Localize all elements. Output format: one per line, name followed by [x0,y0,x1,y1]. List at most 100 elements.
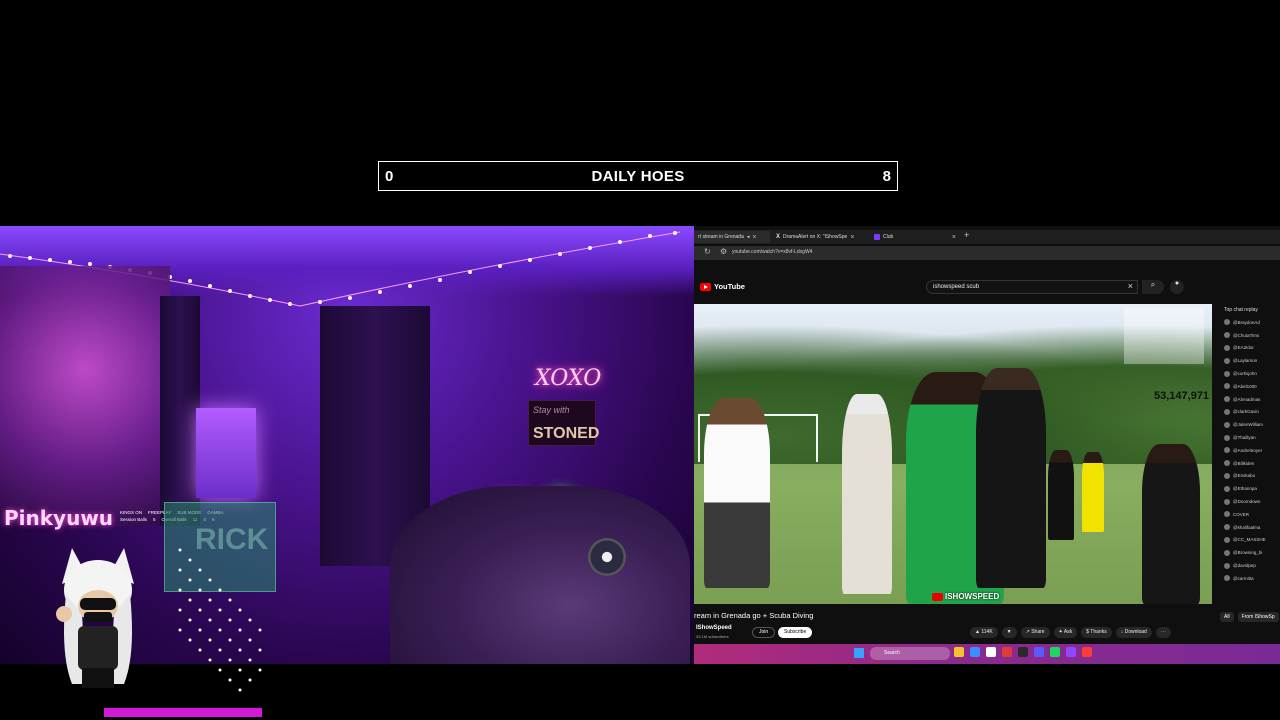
folder-icon[interactable] [954,647,964,657]
stats-cell: 5 [153,517,156,522]
tab-label: rt stream in Grenada [698,234,744,240]
avatar [1224,408,1230,415]
download-button[interactable]: ↓ Download [1115,627,1152,638]
chat-username[interactable]: @JalenWilliam [1233,422,1263,427]
chat-username[interactable]: COVER [1233,512,1249,517]
chat-username[interactable]: @curtisjohn [1233,371,1257,376]
chat-username[interactable]: @Billkiden [1233,461,1254,466]
search-value: ishowspeed scub [933,284,980,290]
score-left: 0 [385,168,394,185]
chat-username[interactable]: @Abel1000 [1233,384,1257,389]
avatar [1224,524,1230,531]
more-button[interactable]: ⋯ [1155,627,1171,638]
doorway-light [196,408,256,498]
tab-dramaalert[interactable]: X DramaAlert on X: "IShowSpe × [772,231,868,243]
chat-tab-all[interactable]: All [1220,612,1234,622]
chat-username[interactable]: @Thaillyan [1233,435,1256,440]
chat-tab-from[interactable]: From IShowSp [1237,612,1279,622]
chat-username[interactable]: @Andreitroyer [1233,448,1262,453]
wall-mural [0,266,170,526]
windows-start-icon[interactable] [854,648,864,658]
chat-username[interactable]: @CC_MASSHE [1233,537,1266,542]
chat-username[interactable]: @ChutaTims [1233,333,1259,338]
channel-name[interactable]: IShowSpeed [696,625,732,631]
chat-header[interactable]: Top chat replay [1220,304,1280,316]
avatar [1224,498,1230,505]
store-icon[interactable] [970,647,980,657]
avatar [1224,562,1230,569]
twitch-icon[interactable] [1066,647,1076,657]
goalkeeper [1142,444,1200,604]
chat-username[interactable]: @Ethannpa [1233,486,1257,491]
chat-username[interactable]: @EA2Idor [1233,345,1254,350]
close-icon[interactable]: × [752,234,756,241]
chat-username[interactable]: @clarkGavin [1233,409,1259,414]
headset-icon [588,538,626,576]
dot-pattern [178,548,262,692]
avatar [1224,434,1230,441]
ask-button[interactable]: ✦ Ask [1053,627,1078,638]
new-tab-icon[interactable]: + [964,230,969,240]
tab-club[interactable]: Club × [870,231,960,243]
chat-username[interactable]: @carmitta [1233,576,1254,581]
search-button[interactable]: ⌕ [1142,280,1164,294]
address-bar[interactable]: ↻ ⚙ youtube.com/watch?v=x8vf-LdxgW4 [694,246,1280,260]
join-button[interactable]: Join [752,627,776,638]
chat-username[interactable]: @Doomdown [1233,499,1260,504]
view-count: 53,147,971 [1154,390,1210,402]
clear-icon[interactable]: × [1128,281,1133,291]
stream-chat-overlay [1124,308,1204,364]
chrome-icon[interactable] [1002,647,1012,657]
chat-username[interactable]: @davidpep [1233,563,1256,568]
x-logo-icon: X [776,234,781,240]
spotify-icon[interactable] [1050,647,1060,657]
youtube-play-icon [700,282,711,291]
chat-username[interactable]: @Laylamon [1233,358,1257,363]
chat-username[interactable]: @Ahmadmas [1233,397,1260,402]
twitch-icon [874,234,880,240]
chat-message: @carmitta [1220,572,1280,585]
taskbar-search[interactable]: Search [870,647,950,660]
stoned-sign-big: STONED [533,425,600,442]
score-right: 8 [882,168,891,185]
score-overlay: 0 DAILY HOES 8 [378,161,898,191]
chat-username[interactable]: @BraydonAd [1233,320,1260,325]
avatar [1224,332,1230,339]
thanks-button[interactable]: $ Thanks [1081,627,1112,638]
reload-icon[interactable]: ↻ [704,247,711,256]
like-count: 114K [981,629,993,635]
tab-stream[interactable]: rt stream in Grenada ◂ × [694,231,770,243]
avatar [1224,549,1230,556]
chat-message: @Browning_bi [1220,546,1280,559]
discord-icon[interactable] [1034,647,1044,657]
close-icon[interactable]: × [952,234,956,241]
chat-username[interactable]: @Browning_bi [1233,550,1262,555]
avatar [1224,447,1230,454]
close-icon[interactable]: × [850,234,854,241]
chat-username[interactable]: @Enskabo [1233,473,1255,478]
subscriber-count: 33.1M subscribers [696,634,729,639]
avatar [1224,344,1230,351]
avatar [1224,370,1230,377]
site-info-icon[interactable]: ⚙ [720,247,727,256]
avatar [1224,357,1230,364]
thanks-label: Thanks [1090,629,1107,635]
chat-username[interactable]: @khalifaalma [1233,525,1260,530]
youtube-logo[interactable]: YouTube [700,282,745,291]
tab-label: Club [883,234,894,240]
share-button[interactable]: ↗ Share [1020,627,1050,638]
obs-icon[interactable] [1018,647,1028,657]
subscribe-button[interactable]: Subscribe [778,627,813,638]
app-icon[interactable] [986,647,996,657]
dislike-button[interactable]: ▼ [1001,627,1017,638]
overlay-bottom-bar [104,708,262,717]
video-actions: ▲ 114K ▼ ↗ Share ✦ Ask $ Thanks ↓ Downlo… [970,627,1171,638]
person-white-shirt [704,398,770,588]
search-input[interactable]: ishowspeed scub × [926,280,1138,294]
like-button[interactable]: ▲ 114K [970,627,998,638]
voice-search-button[interactable]: ● [1170,280,1184,294]
chat-message: @JalenWilliam [1220,418,1280,431]
video-player[interactable]: 53,147,971 ISHOWSPEED [694,304,1212,604]
tab-bar: rt stream in Grenada ◂ × X DramaAlert on… [694,230,1280,244]
youtube-icon[interactable] [1082,647,1092,657]
